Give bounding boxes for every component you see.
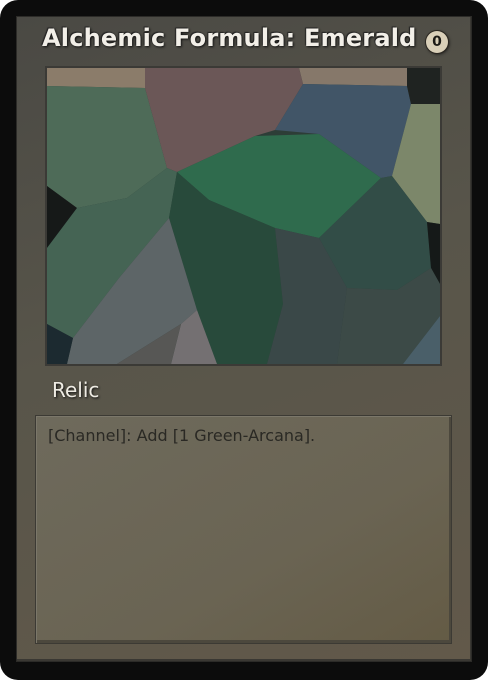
rules-text-box: [Channel]: Add [1 Green-Arcana]. xyxy=(36,416,451,643)
mana-cost-badge: 0 xyxy=(426,31,448,53)
rules-text: [Channel]: Add [1 Green-Arcana]. xyxy=(48,426,316,445)
card-art xyxy=(45,66,442,366)
card-type-line: Relic xyxy=(52,378,100,402)
emerald-facets-illustration xyxy=(47,68,440,364)
card[interactable]: Alchemic Formula: Emerald 0 Relic [Chann… xyxy=(0,0,488,680)
card-title: Alchemic Formula: Emerald xyxy=(42,24,417,52)
